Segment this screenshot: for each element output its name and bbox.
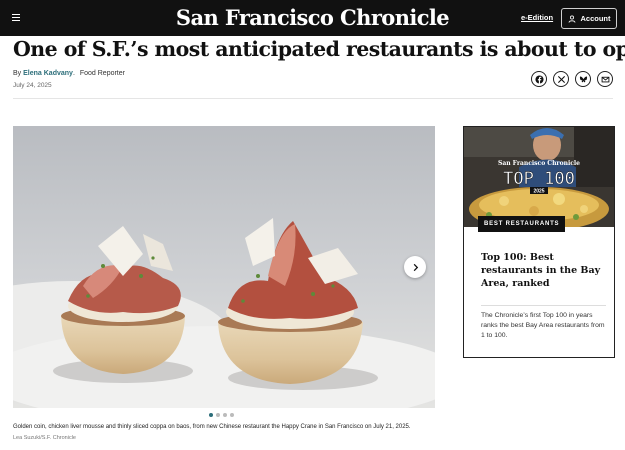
byline: By Elena Kadvany. Food Reporter — [13, 70, 125, 77]
gallery-pagination — [209, 413, 234, 417]
chevron-right-icon — [413, 263, 418, 271]
gallery-next-button[interactable] — [404, 256, 426, 278]
promo-divider — [481, 305, 606, 306]
promo-badge: BEST RESTAURANTS — [478, 216, 566, 232]
divider — [13, 98, 613, 99]
food-photo-illustration — [13, 126, 435, 408]
gallery-dot[interactable] — [223, 413, 227, 417]
author-role: Food Reporter — [79, 70, 125, 77]
promo-image: San Francisco Chronicle TOP 100 2025 — [464, 127, 614, 227]
facebook-icon[interactable] — [531, 71, 547, 87]
top-navigation-bar: San Francisco Chronicle e-Edition Accoun… — [0, 0, 625, 36]
promo-description: The Chronicle’s first Top 100 in years r… — [481, 312, 605, 339]
byline-separator: . — [72, 70, 75, 77]
bluesky-icon[interactable] — [575, 71, 591, 87]
byline-prefix: By — [13, 70, 22, 77]
photo-credit: Lea Suzuki/S.F. Chronicle — [13, 435, 76, 441]
promo-image-masthead: San Francisco Chronicle — [498, 160, 580, 167]
account-label: Account — [580, 14, 611, 23]
promo-image-title: TOP 100 — [503, 169, 575, 189]
gallery-dot[interactable] — [230, 413, 234, 417]
photo-caption: Golden coin, chicken liver mousse and th… — [13, 424, 411, 430]
promo-card[interactable]: San Francisco Chronicle TOP 100 2025 BES… — [463, 126, 615, 358]
x-icon[interactable] — [553, 71, 569, 87]
share-buttons — [531, 71, 613, 87]
publish-date: July 24, 2025 — [13, 82, 52, 89]
promo-image-year: 2025 — [533, 189, 544, 195]
promo-title[interactable]: Top 100: Best restaurants in the Bay Are… — [481, 251, 606, 290]
article-photo[interactable] — [13, 126, 435, 408]
account-button[interactable]: Account — [561, 8, 617, 29]
author-link[interactable]: Elena Kadvany — [23, 70, 73, 77]
email-icon[interactable] — [597, 71, 613, 87]
gallery-dot[interactable] — [216, 413, 220, 417]
article-headline: One of S.F.’s most anticipated restauran… — [13, 37, 625, 61]
gallery-dot[interactable] — [209, 413, 213, 417]
e-edition-link[interactable]: e-Edition — [521, 13, 553, 22]
user-icon — [568, 15, 575, 23]
